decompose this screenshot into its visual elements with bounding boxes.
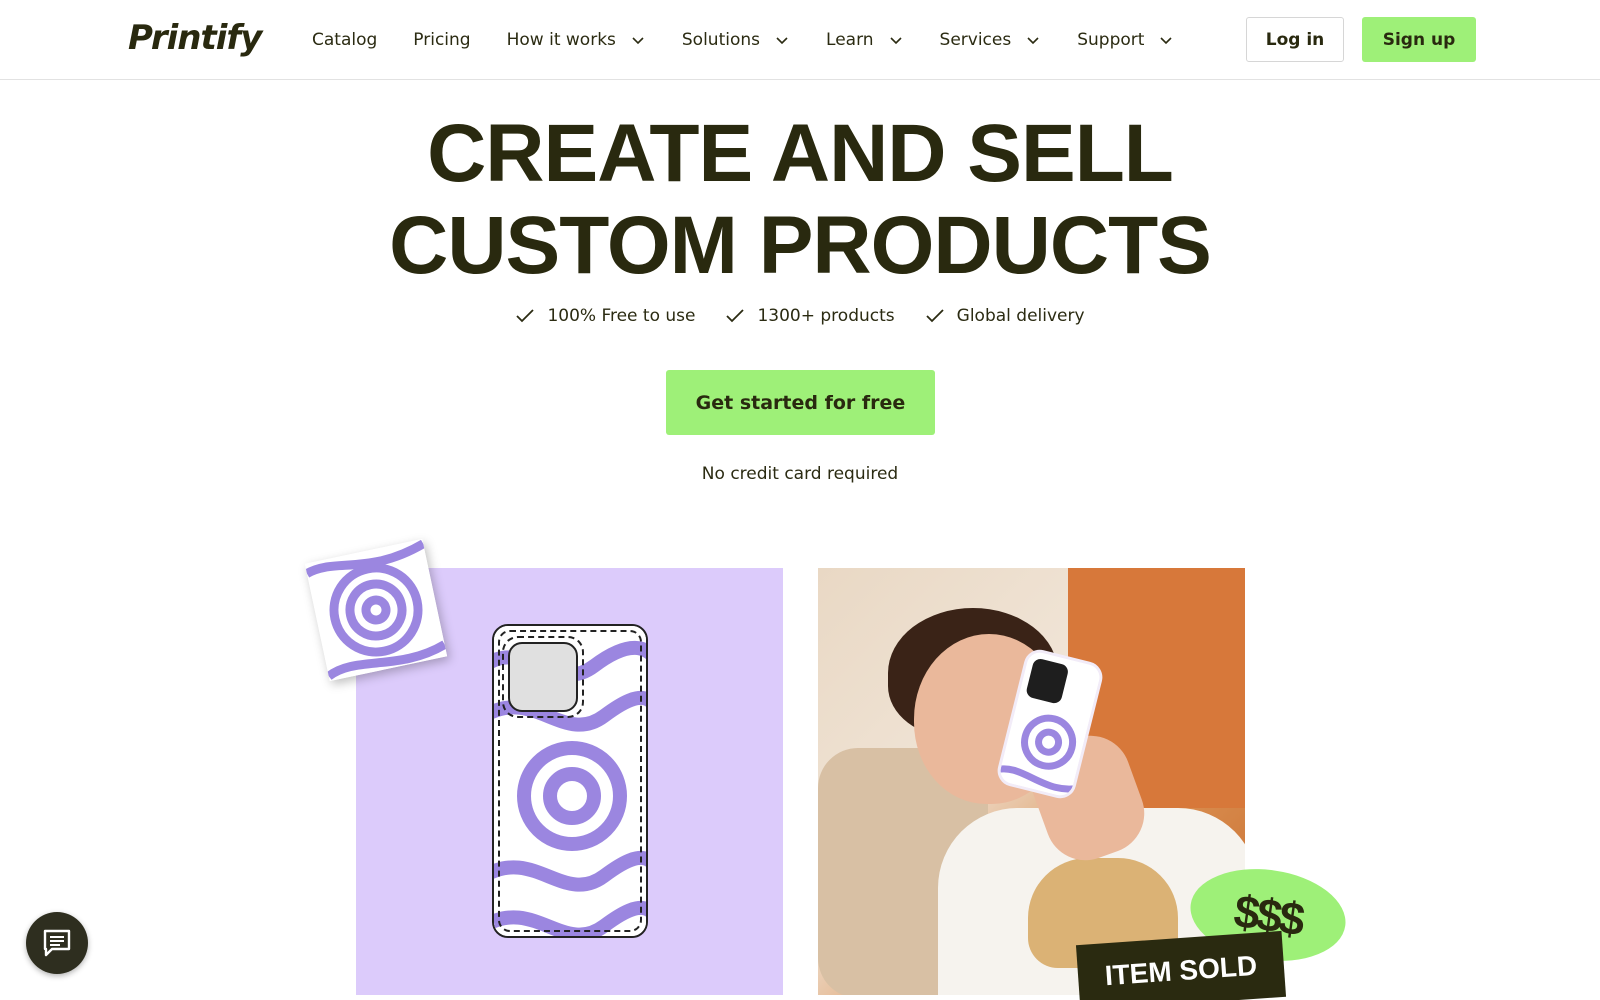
nav-pricing-label: Pricing bbox=[413, 30, 471, 50]
phone-case-outline bbox=[492, 624, 648, 938]
chevron-down-icon bbox=[1027, 37, 1039, 45]
hero-title-line-1: CREATE AND SELL bbox=[427, 108, 1174, 199]
get-started-button[interactable]: Get started for free bbox=[666, 370, 935, 435]
nav-learn-label: Learn bbox=[826, 30, 874, 50]
check-icon bbox=[516, 309, 535, 323]
feature-item: 100% Free to use bbox=[515, 306, 695, 326]
lifestyle-photo bbox=[818, 568, 1245, 995]
feature-label: 1300+ products bbox=[757, 306, 895, 326]
nav-services[interactable]: Services bbox=[940, 30, 1042, 50]
chevron-down-icon bbox=[632, 37, 644, 45]
camera-cutout bbox=[508, 642, 578, 712]
nav-catalog-label: Catalog bbox=[312, 30, 378, 50]
chevron-down-icon bbox=[776, 37, 788, 45]
no-credit-card-note: No credit card required bbox=[701, 464, 899, 484]
swirl-swatch-graphic bbox=[304, 538, 448, 682]
site-header: Printify Catalog Pricing How it works So… bbox=[0, 0, 1600, 80]
chevron-down-icon bbox=[1160, 37, 1172, 45]
printify-logo[interactable]: Printify bbox=[128, 18, 262, 58]
signup-button[interactable]: Sign up bbox=[1362, 17, 1476, 62]
chat-button[interactable] bbox=[26, 912, 88, 974]
chevron-down-icon bbox=[889, 37, 902, 45]
nav-support[interactable]: Support bbox=[1077, 30, 1174, 50]
login-button[interactable]: Log in bbox=[1246, 17, 1344, 62]
nav-catalog[interactable]: Catalog bbox=[312, 30, 377, 50]
nav-services-label: Services bbox=[939, 30, 1012, 50]
nav-learn[interactable]: Learn bbox=[826, 30, 904, 50]
hero-title-line-2: CUSTOM PRODUCTS bbox=[389, 200, 1212, 291]
chat-icon bbox=[43, 929, 71, 957]
check-icon bbox=[726, 309, 745, 323]
feature-item: 1300+ products bbox=[725, 306, 895, 326]
feature-label: Global delivery bbox=[956, 306, 1085, 326]
check-icon bbox=[926, 309, 944, 323]
nav-solutions-label: Solutions bbox=[681, 30, 761, 50]
nav-support-label: Support bbox=[1077, 30, 1145, 50]
feature-list: 100% Free to use 1300+ products Global d… bbox=[0, 306, 1600, 326]
nav-how-it-works[interactable]: How it works bbox=[507, 30, 646, 50]
pattern-swatch bbox=[304, 538, 448, 682]
nav-pricing[interactable]: Pricing bbox=[413, 30, 470, 50]
feature-item: Global delivery bbox=[925, 306, 1085, 326]
main-nav: Catalog Pricing How it works Solutions L… bbox=[312, 0, 1210, 80]
nav-solutions[interactable]: Solutions bbox=[682, 30, 790, 50]
feature-label: 100% Free to use bbox=[547, 306, 696, 326]
nav-how-it-works-label: How it works bbox=[506, 30, 616, 50]
hero-title: CREATE AND SELL CUSTOM PRODUCTS bbox=[0, 108, 1600, 292]
